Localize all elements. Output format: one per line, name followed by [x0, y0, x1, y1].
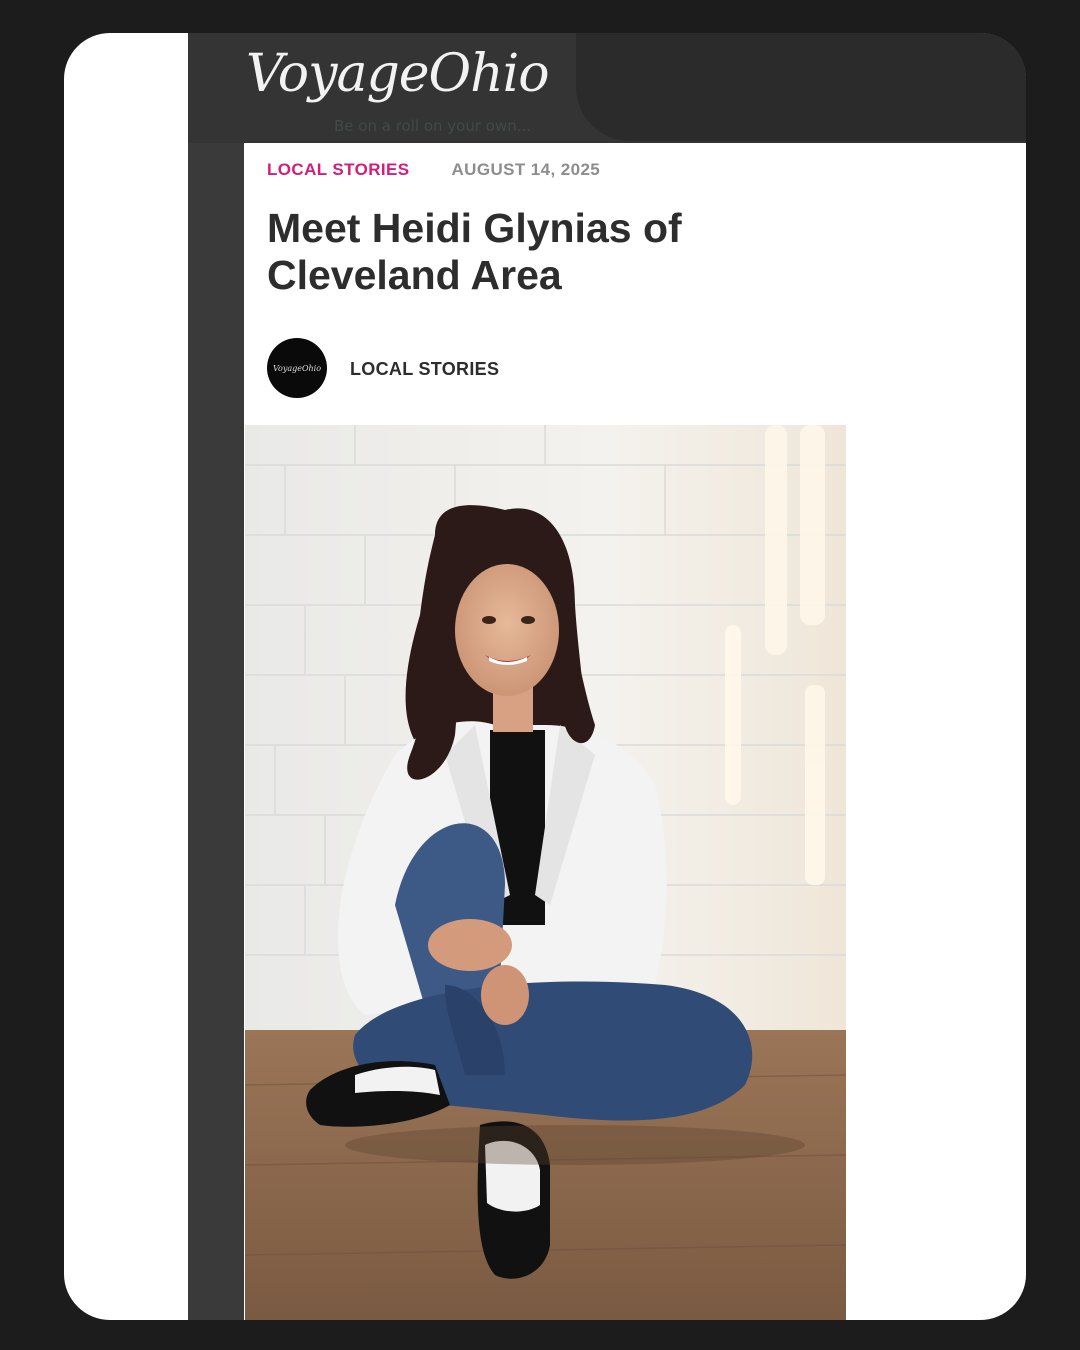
avatar-logo-text: VoyageOhio	[272, 363, 322, 373]
browser-screen: VoyageOhio Be on a roll on your own... L…	[188, 33, 1026, 1320]
article-photo	[245, 425, 846, 1320]
phone-screenshot-frame: VoyageOhio Be on a roll on your own... L…	[64, 33, 1026, 1320]
site-header: VoyageOhio Be on a roll on your own...	[188, 33, 1026, 143]
header-overlay-pill	[576, 33, 1026, 141]
publish-date: AUGUST 14, 2025	[451, 160, 601, 179]
article-container: LOCAL STORIES AUGUST 14, 2025 Meet Heidi …	[244, 143, 1026, 1320]
article-meta: LOCAL STORIES AUGUST 14, 2025	[267, 160, 600, 180]
author-avatar[interactable]: VoyageOhio	[267, 338, 327, 398]
category-link[interactable]: LOCAL STORIES	[267, 160, 409, 179]
header-faint-text: Be on a roll on your own...	[334, 117, 532, 135]
site-logo[interactable]: VoyageOhio	[246, 44, 550, 105]
author-label[interactable]: LOCAL STORIES	[350, 359, 499, 380]
article-title: Meet Heidi Glynias of Cleveland Area	[267, 205, 682, 298]
portrait-illustration	[245, 425, 846, 1320]
